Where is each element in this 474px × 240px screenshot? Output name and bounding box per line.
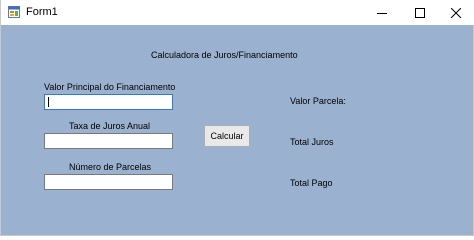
text-caret: [48, 97, 49, 107]
principal-label: Valor Principal do Financiamento: [44, 82, 176, 92]
close-button[interactable]: [437, 0, 474, 25]
form-heading: Calculadora de Juros/Financiamento: [151, 50, 298, 60]
rate-input[interactable]: [44, 133, 173, 149]
total-interest-label: Total Juros: [290, 137, 334, 147]
title-bar[interactable]: Form1: [1, 0, 474, 25]
winforms-app-icon: [8, 6, 20, 18]
principal-input[interactable]: [44, 94, 173, 110]
maximize-icon: [415, 7, 425, 18]
calculate-button[interactable]: Calcular: [204, 125, 250, 147]
installments-label: Número de Parcelas: [69, 162, 152, 172]
minimize-icon: [377, 12, 387, 14]
close-icon: [451, 7, 461, 18]
form-window: Form1 Calculadora de Juros/Financiamento…: [0, 0, 474, 236]
total-paid-label: Total Pago: [290, 178, 333, 188]
window-title: Form1: [26, 6, 58, 18]
installment-result-label: Valor Parcela:: [290, 96, 346, 106]
minimize-button[interactable]: [363, 0, 401, 25]
installments-input[interactable]: [44, 174, 173, 190]
maximize-button[interactable]: [401, 0, 439, 25]
rate-label: Taxa de Juros Anual: [69, 121, 151, 131]
